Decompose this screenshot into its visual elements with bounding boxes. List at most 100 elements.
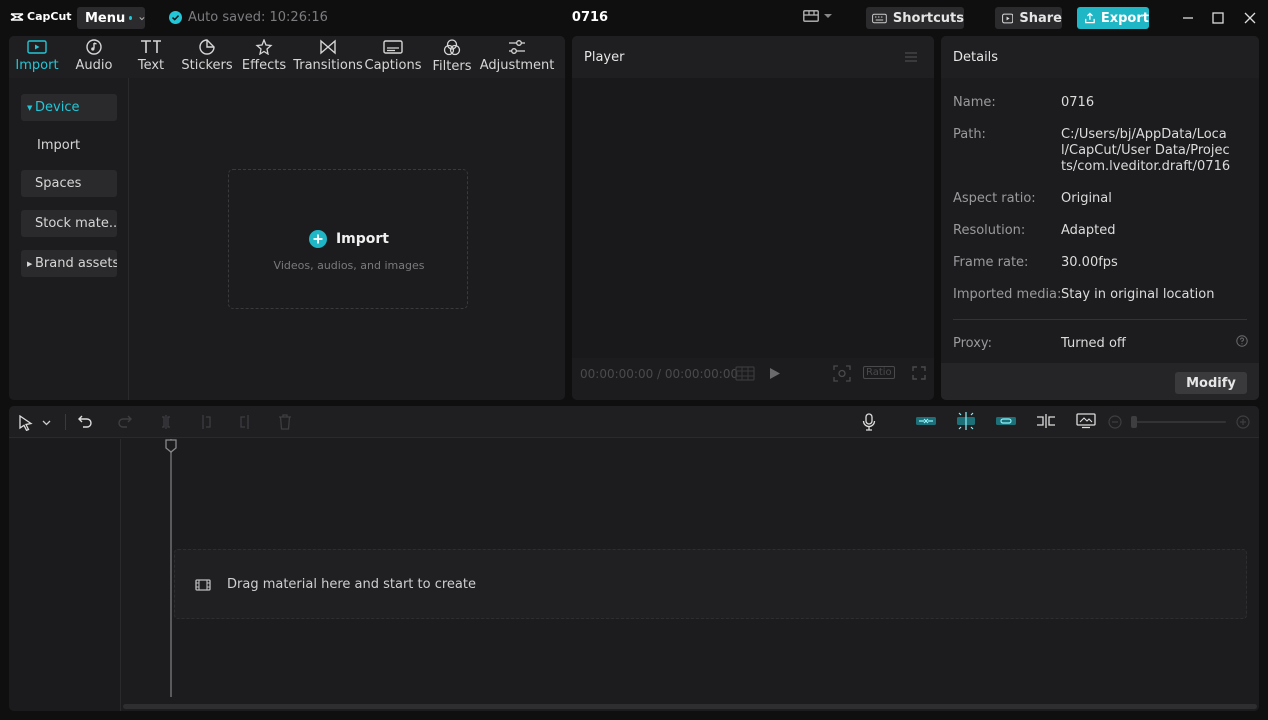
detail-label-aspect-ratio: Aspect ratio: (953, 191, 1036, 206)
zoom-fit-icon[interactable] (833, 365, 851, 382)
chevron-down-icon[interactable] (42, 420, 51, 426)
transitions-icon (320, 39, 336, 55)
help-icon[interactable] (1236, 335, 1248, 347)
check-circle-icon (169, 11, 182, 24)
split-icon[interactable] (159, 414, 173, 430)
import-dropzone[interactable]: Import Videos, audios, and images (228, 169, 468, 309)
import-dropzone-button[interactable]: Import (229, 230, 469, 248)
play-icon[interactable] (769, 367, 781, 380)
modify-button[interactable]: Modify (1175, 372, 1247, 394)
export-button[interactable]: Export (1077, 7, 1149, 29)
project-title: 0716 (571, 10, 609, 25)
share-icon (1002, 13, 1014, 23)
menu-button[interactable]: Menu (77, 7, 145, 29)
tab-transitions[interactable]: Transitions (293, 39, 363, 73)
shortcuts-button[interactable]: Shortcuts (866, 7, 964, 29)
caret-down-icon: ▼ (27, 103, 33, 112)
delete-left-icon[interactable] (199, 414, 213, 430)
playhead-handle-icon[interactable] (165, 439, 177, 453)
layout-icon (803, 10, 819, 22)
sidebar-item-import[interactable]: Import (21, 132, 117, 159)
keyboard-icon (872, 13, 887, 23)
toolbar-divider (65, 414, 66, 430)
ratio-button[interactable]: Ratio (863, 366, 895, 379)
chevron-down-icon (139, 16, 145, 20)
details-divider (953, 319, 1247, 320)
film-icon (195, 578, 211, 591)
filters-icon (443, 39, 461, 56)
tab-label: Import (15, 58, 59, 73)
redo-icon[interactable] (118, 414, 132, 428)
app-logo-text: CapCut (27, 10, 72, 23)
detail-value-proxy: Turned off (1061, 336, 1126, 351)
menu-label: Menu (85, 10, 126, 26)
playhead-line[interactable] (170, 439, 172, 697)
trash-icon[interactable] (278, 414, 292, 430)
linkage-icon[interactable] (995, 414, 1017, 428)
detail-label-frame-rate: Frame rate: (953, 255, 1029, 270)
zoom-slider-track[interactable] (1131, 421, 1226, 423)
app-logo: CapCut (10, 10, 72, 23)
tab-import[interactable]: Import (15, 39, 59, 73)
chevron-down-icon (824, 13, 832, 18)
tab-effects[interactable]: Effects (241, 39, 287, 73)
microphone-icon[interactable] (862, 413, 876, 431)
share-button[interactable]: Share (995, 7, 1062, 29)
thumbnail-icon[interactable] (1076, 413, 1096, 429)
detail-label-name: Name: (953, 95, 996, 110)
player-panel: Player 00:00:00:00 / 00:00:00:00 Ratio (572, 36, 934, 400)
sidebar-item-device[interactable]: ▼ Device (21, 94, 117, 121)
sidebar-item-label: Spaces (35, 176, 82, 191)
sticker-icon (199, 39, 215, 55)
timeline-drop-hint: Drag material here and start to create (195, 577, 476, 592)
timeline-drop-text: Drag material here and start to create (227, 577, 476, 592)
details-header: Details (941, 36, 1259, 78)
detail-value-resolution: Adapted (1061, 223, 1116, 238)
sidebar-item-label: Import (37, 138, 81, 153)
tab-audio[interactable]: Audio (74, 39, 114, 73)
detail-value-path: C:/Users/bj/AppData/Local/CapCut/User Da… (1061, 127, 1231, 174)
audio-icon (86, 39, 102, 55)
menu-icon[interactable] (904, 51, 918, 63)
detail-value-frame-rate: 30.00fps (1061, 255, 1118, 270)
tab-label: Text (137, 58, 165, 73)
sidebar-item-label: Device (35, 100, 80, 115)
fullscreen-icon[interactable] (912, 366, 926, 380)
main-track-magnet-icon[interactable] (915, 414, 937, 428)
preview-axis-icon[interactable] (1036, 413, 1056, 429)
tab-captions[interactable]: Captions (364, 39, 422, 73)
minimize-icon[interactable] (1181, 11, 1195, 25)
tab-label: Transitions (293, 58, 363, 73)
text-icon (141, 40, 161, 53)
tab-stickers[interactable]: Stickers (181, 39, 233, 73)
detail-label-path: Path: (953, 127, 986, 142)
close-icon[interactable] (1243, 11, 1257, 25)
player-title: Player (584, 49, 625, 65)
delete-right-icon[interactable] (238, 414, 252, 430)
zoom-slider-handle[interactable] (1131, 416, 1137, 428)
shortcuts-label: Shortcuts (892, 10, 964, 26)
timeline-grid-icon[interactable] (735, 366, 755, 381)
select-cursor-icon[interactable] (19, 415, 33, 431)
details-title: Details (953, 49, 999, 65)
tab-label: Captions (364, 58, 422, 73)
timeline-track-headers (9, 439, 121, 711)
capcut-logo-icon (10, 12, 24, 21)
tab-adjustment[interactable]: Adjustment (480, 39, 554, 73)
maximize-icon[interactable] (1211, 11, 1225, 25)
tab-text[interactable]: Text (133, 39, 169, 73)
tab-filters[interactable]: Filters (433, 39, 471, 74)
undo-icon[interactable] (78, 414, 92, 428)
detail-value-aspect-ratio: Original (1061, 191, 1112, 206)
sidebar-item-stock-material[interactable]: Stock mate... (21, 210, 117, 237)
zoom-out-icon[interactable] (1108, 415, 1122, 429)
sidebar-item-brand-assets[interactable]: ▶ Brand assets (21, 250, 117, 277)
sidebar-item-spaces[interactable]: Spaces (21, 170, 117, 197)
sidebar-item-label: Brand assets (35, 256, 117, 271)
timeline-scrollbar[interactable] (123, 704, 1257, 709)
layout-button[interactable] (803, 10, 832, 22)
export-label: Export (1100, 10, 1149, 26)
auto-snapping-icon[interactable] (955, 411, 977, 431)
tab-label: Effects (241, 58, 287, 73)
zoom-in-icon[interactable] (1236, 415, 1250, 429)
